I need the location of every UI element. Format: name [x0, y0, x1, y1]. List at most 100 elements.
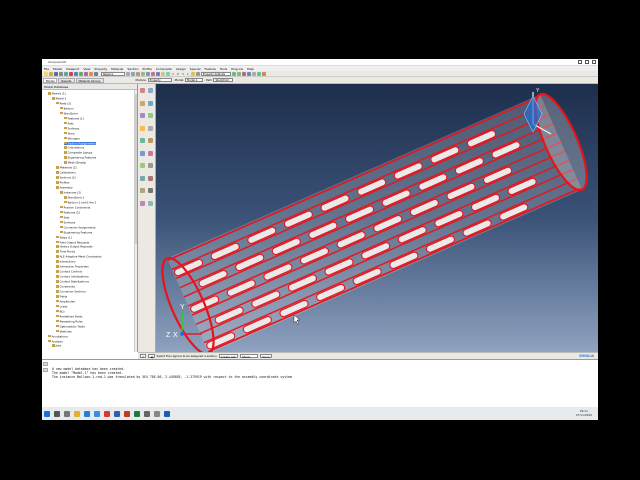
back-button[interactable]: ◀: [148, 353, 155, 359]
mail-icon[interactable]: [84, 410, 90, 417]
tree-node-profiles[interactable]: Profiles: [56, 181, 69, 184]
tree-node-surfaces[interactable]: Surfaces: [64, 126, 79, 130]
tree-node-assembly[interactable]: Assembly: [56, 186, 73, 189]
tree-node-position-constraints[interactable]: Position Constraints: [60, 206, 90, 209]
module-combo[interactable]: Property: [147, 78, 172, 82]
hidden-line-icon[interactable]: [166, 71, 170, 76]
tree-node-optimization-tasks[interactable]: Optimization Tasks: [56, 324, 85, 328]
tree-node-loads[interactable]: Loads: [56, 305, 67, 308]
tree-node-instances-2[interactable]: Instances (2): [60, 191, 81, 194]
top-view-icon[interactable]: [146, 71, 150, 76]
tree-node-surfaces[interactable]: Surfaces: [60, 220, 75, 224]
menu-item-profile[interactable]: Profile: [143, 67, 152, 71]
tree-node-composite-layups[interactable]: Composite Layups: [64, 151, 92, 154]
tree-node-balloon-1-rad-0-4m-1[interactable]: Balloon-1-rad-0.4m-1: [64, 201, 96, 204]
menu-item-view[interactable]: View: [83, 67, 90, 71]
menu-item-feature[interactable]: Feature: [204, 67, 215, 71]
menu-item-section[interactable]: Section: [127, 67, 138, 71]
tree-node-orientations[interactable]: Orientations: [64, 146, 84, 149]
material-manager-icon[interactable]: [148, 88, 153, 93]
tree-node-connector-sections[interactable]: Connector Sections: [56, 290, 86, 293]
tree-node-skins[interactable]: Skins: [64, 131, 75, 135]
fit-view-icon[interactable]: [89, 71, 93, 76]
edge-icon[interactable]: [94, 410, 100, 417]
tree-scroll-thumb[interactable]: [135, 94, 137, 244]
powerpoint-icon[interactable]: [124, 410, 130, 417]
python-tab-icon[interactable]: [43, 368, 48, 372]
open-folder-icon[interactable]: [49, 71, 53, 76]
layer-icon[interactable]: [231, 71, 236, 76]
tree-node-engineering-features[interactable]: Engineering Features: [64, 156, 96, 159]
color-code-combo[interactable]: Property defaults: [200, 71, 231, 76]
maximize-button[interactable]: [585, 60, 589, 64]
create-skin-icon[interactable]: [140, 150, 145, 156]
tab-results[interactable]: Results: [58, 77, 75, 83]
stent-model[interactable]: Y XZ Y: [156, 84, 598, 352]
side-view-icon[interactable]: [141, 71, 145, 76]
tree-node-stent2mm[interactable]: Stent2mm: [60, 112, 78, 115]
create-crack-icon[interactable]: [148, 175, 153, 181]
create-spring-icon[interactable]: [140, 175, 145, 181]
tree-node-fields[interactable]: Fields: [56, 295, 67, 298]
filter-icon[interactable]: [126, 71, 130, 76]
tree-node-interactions[interactable]: Interactions: [56, 260, 76, 263]
menu-item-property[interactable]: Property: [94, 67, 107, 71]
tree-node-calibrations[interactable]: Calibrations: [56, 171, 76, 174]
iso-view-icon[interactable]: [131, 71, 135, 76]
viewport[interactable]: Y XZ Y: [156, 84, 598, 352]
tab-material-library[interactable]: Material Library: [75, 77, 104, 83]
create-set-checkbox[interactable]: Create set:: [218, 353, 239, 359]
front-view-icon[interactable]: [136, 71, 140, 76]
tree-node-sections-2[interactable]: Sections (2): [56, 176, 76, 179]
section-assignment-manager-icon[interactable]: [148, 125, 153, 131]
word-icon[interactable]: [114, 410, 120, 417]
menu-item-material[interactable]: Material: [111, 67, 123, 71]
create-section-icon[interactable]: [140, 100, 145, 106]
app-icon[interactable]: [154, 410, 160, 417]
replace-icon[interactable]: [241, 71, 246, 76]
model-combo[interactable]: Model-1: [185, 78, 204, 82]
add-icon[interactable]: [246, 71, 251, 76]
tree-node-sets[interactable]: Sets: [64, 121, 73, 125]
menu-item-plug-ins[interactable]: Plug-ins: [231, 67, 243, 71]
tree-node-ale-adaptive-mesh-constraints[interactable]: ALE Adaptive Mesh Constraints: [56, 255, 102, 258]
message-tab-icon[interactable]: [43, 362, 48, 366]
profile-manager-icon[interactable]: [148, 113, 153, 118]
tree-node-engineering-features[interactable]: Engineering Features: [60, 230, 92, 234]
tree-node-parts-2[interactable]: Parts (2): [56, 102, 71, 105]
tree-node-contact-controls[interactable]: Contact Controls: [56, 270, 82, 273]
tree-node-balloon[interactable]: Balloon: [60, 107, 74, 110]
viewport-3-button[interactable]: 3: [182, 72, 184, 76]
cycle-views-icon[interactable]: [94, 71, 98, 76]
task-view-icon[interactable]: [64, 410, 70, 417]
create-inertia-icon[interactable]: [148, 163, 153, 168]
viewport-1-button[interactable]: 1: [172, 72, 174, 76]
tab-model[interactable]: Model: [43, 77, 58, 83]
tree-node-field-output-requests[interactable]: Field Output Requests: [56, 240, 89, 244]
viewport-4-button[interactable]: 4: [187, 72, 189, 76]
tree-node-sets[interactable]: Sets: [60, 216, 69, 219]
tree-node-jobs[interactable]: Jobs: [52, 344, 61, 347]
save-icon[interactable]: [54, 71, 58, 76]
tree-node-stringers[interactable]: Stringers: [64, 136, 80, 140]
file-explorer-icon[interactable]: [74, 410, 80, 417]
tree-node-analysis[interactable]: Analysis: [48, 339, 63, 343]
chrome-icon[interactable]: [104, 410, 110, 417]
create-stringer-icon[interactable]: [148, 150, 153, 156]
tree-node-contact-initializations[interactable]: Contact Initializations: [56, 275, 89, 278]
cancel-button[interactable]: ✕: [140, 353, 147, 359]
abaqus-taskbar-icon[interactable]: [164, 410, 170, 417]
menu-item-tools[interactable]: Tools: [220, 67, 227, 71]
tree-node-stent2mm-1[interactable]: Stent2mm-1: [64, 196, 84, 199]
show-all-icon[interactable]: [256, 71, 261, 76]
assign-section-icon[interactable]: [140, 125, 145, 131]
box-zoom-icon[interactable]: [84, 71, 88, 76]
tree-node-time-points[interactable]: Time Points: [56, 250, 75, 253]
minimize-button[interactable]: [578, 60, 582, 64]
new-file-icon[interactable]: [44, 71, 48, 76]
app-icon[interactable]: [144, 410, 150, 417]
tree-node-bcs[interactable]: BCs: [56, 310, 65, 313]
rotate-icon[interactable]: [74, 71, 78, 76]
menu-item-special[interactable]: Special: [190, 67, 201, 71]
excel-icon[interactable]: [134, 410, 140, 417]
